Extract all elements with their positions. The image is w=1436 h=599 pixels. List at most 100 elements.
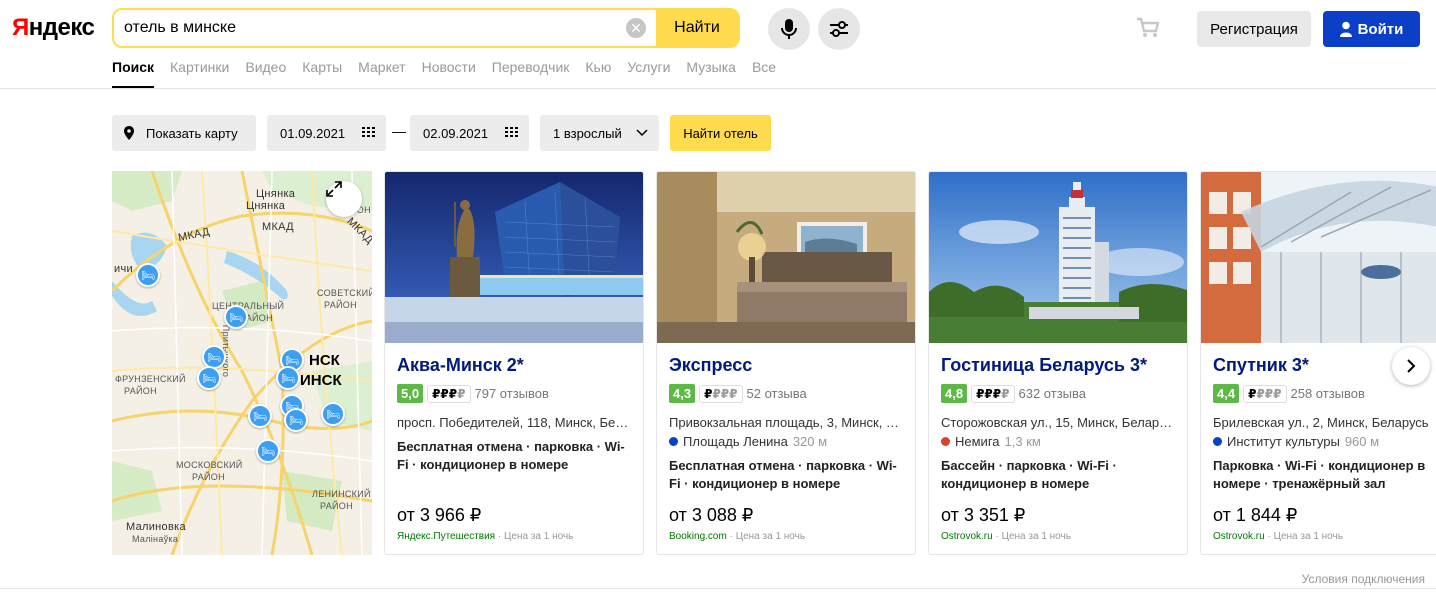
metro-distance: 1,3 км xyxy=(1004,434,1041,449)
price-note: · Цена за 1 ночь xyxy=(992,531,1071,542)
search-settings-button[interactable] xyxy=(818,8,860,50)
hotel-name-link[interactable]: Аква-Минск 2* xyxy=(397,355,633,376)
search-box: ✕ Найти xyxy=(112,8,740,48)
cart-button[interactable] xyxy=(1136,17,1160,44)
tab-services[interactable]: Услуги xyxy=(627,59,670,88)
price-source: Яндекс.Путешествия · Цена за 1 ночь xyxy=(397,531,573,542)
voice-search-button[interactable] xyxy=(768,8,810,50)
hotel-card[interactable]: Гостиница Беларусь 3* 4,8 ₽₽₽₽ 632 отзыв… xyxy=(928,171,1188,555)
hotel-map-pin[interactable]: 🛏 xyxy=(284,408,308,432)
bed-icon: 🛏 xyxy=(207,351,221,364)
hotel-map-pin[interactable]: 🛏 xyxy=(276,366,300,390)
hotels-map[interactable]: Цнянка Цнянка МКАД МКАД МКАД РАЙОН СОВЕТ… xyxy=(112,171,372,555)
hotel-card[interactable]: Экспресс 4,3 ₽₽₽₽ 52 отзыва Привокзальна… xyxy=(656,171,916,555)
rating-badge: 5,0 xyxy=(397,384,424,403)
hotel-price[interactable]: от 3 351 ₽ xyxy=(941,505,1025,526)
search-input[interactable] xyxy=(114,10,616,46)
clear-search-button[interactable]: ✕ xyxy=(616,10,656,46)
map-label-minsk: НСК xyxy=(309,352,340,369)
hotel-amenities: Бесплатная отмена · парковка · Wi-Fi · к… xyxy=(669,458,897,491)
hotel-photo[interactable] xyxy=(385,172,643,343)
date-to-field[interactable]: 02.09.2021 xyxy=(410,115,529,151)
price-note: · Цена за 1 ночь xyxy=(1264,531,1343,542)
tab-search[interactable]: Поиск xyxy=(112,59,155,88)
hotel-map-pin[interactable]: 🛏 xyxy=(256,439,280,463)
rating-row: 5,0 ₽₽₽₽ 797 отзывов xyxy=(397,384,633,403)
tab-translator[interactable]: Переводчик xyxy=(492,59,570,88)
hotel-price[interactable]: от 3 966 ₽ xyxy=(397,505,481,526)
tab-all[interactable]: Все xyxy=(752,59,776,88)
hotel-map-pin[interactable]: 🛏 xyxy=(321,402,345,426)
metro-line-icon xyxy=(941,437,950,446)
clear-icon: ✕ xyxy=(626,18,646,38)
guests-select[interactable]: 1 взрослый xyxy=(540,115,659,151)
hotel-name-link[interactable]: Экспресс xyxy=(669,355,905,376)
tab-maps[interactable]: Карты xyxy=(302,59,342,88)
hotel-price[interactable]: от 3 088 ₽ xyxy=(669,505,753,526)
show-map-button[interactable]: Показать карту xyxy=(112,115,256,151)
rating-row: 4,4 ₽₽₽₽ 258 отзывов xyxy=(1213,384,1436,403)
price-level: ₽₽₽₽ xyxy=(427,384,471,403)
hotel-amenities: Парковка · Wi-Fi · кондиционер в номере … xyxy=(1213,458,1426,491)
hotel-map-pin[interactable]: 🛏 xyxy=(136,263,160,287)
map-label: РАЙОН xyxy=(192,472,225,482)
map-label: ЦЕНТРАЛЬНЫЙ xyxy=(212,301,285,311)
yandex-logo[interactable]: Яндекс xyxy=(12,14,95,42)
reviews-link[interactable]: 797 отзывов xyxy=(475,386,549,401)
reviews-link[interactable]: 258 отзывов xyxy=(1291,386,1365,401)
hotel-price[interactable]: от 1 844 ₽ xyxy=(1213,505,1297,526)
date-to-value: 02.09.2021 xyxy=(423,125,489,141)
search-button[interactable]: Найти xyxy=(656,10,738,46)
date-from-value: 01.09.2021 xyxy=(280,125,346,141)
reviews-link[interactable]: 52 отзыва xyxy=(747,386,807,401)
hotel-photo[interactable] xyxy=(929,172,1187,343)
metro-line-icon xyxy=(669,437,678,446)
source-link[interactable]: Booking.com xyxy=(669,531,727,542)
hotel-map-pin[interactable]: 🛏 xyxy=(224,305,248,329)
price-level-active: ₽₽₽ xyxy=(976,386,1002,401)
map-label: ЛЕНИНСКИЙ xyxy=(312,489,371,499)
hotel-amenities: Бассейн · парковка · Wi-Fi · кондиционер… xyxy=(941,458,1117,491)
hotel-photo[interactable] xyxy=(1201,172,1436,343)
date-from-field[interactable]: 01.09.2021 xyxy=(267,115,386,151)
map-pin-icon xyxy=(124,126,134,140)
carousel-next-button[interactable] xyxy=(1392,347,1430,385)
conditions-link[interactable]: Условия подключения xyxy=(1302,572,1425,586)
hotel-name-link[interactable]: Гостиница Беларусь 3* xyxy=(941,355,1177,376)
hotel-card[interactable]: Аква-Минск 2* 5,0 ₽₽₽₽ 797 отзывов просп… xyxy=(384,171,644,555)
sliders-icon xyxy=(830,21,848,37)
calendar-icon xyxy=(505,127,518,137)
tab-q[interactable]: Кью xyxy=(585,59,611,88)
tab-video[interactable]: Видео xyxy=(245,59,286,88)
reviews-link[interactable]: 632 отзыва xyxy=(1019,386,1087,401)
tab-images[interactable]: Картинки xyxy=(170,59,229,88)
tab-market[interactable]: Маркет xyxy=(358,59,405,88)
price-level-active: ₽₽₽ xyxy=(432,386,458,401)
login-button[interactable]: Войти xyxy=(1323,11,1420,47)
login-button-label: Войти xyxy=(1357,20,1404,38)
tab-music[interactable]: Музыка xyxy=(686,59,736,88)
source-link[interactable]: Ostrovok.ru xyxy=(1213,531,1265,542)
source-link[interactable]: Яндекс.Путешествия xyxy=(397,531,495,542)
expand-map-button[interactable] xyxy=(326,181,362,217)
date-separator: — xyxy=(392,123,406,139)
hotel-map-pin[interactable]: 🛏 xyxy=(197,366,221,390)
hotel-photo[interactable] xyxy=(657,172,915,343)
price-note: · Цена за 1 ночь xyxy=(495,531,574,542)
find-hotel-button[interactable]: Найти отель xyxy=(670,115,771,151)
hotel-card-body: Аква-Минск 2* 5,0 ₽₽₽₽ 797 отзывов просп… xyxy=(397,355,633,474)
rating-badge: 4,4 xyxy=(1213,384,1240,403)
price-level: ₽₽₽₽ xyxy=(1243,384,1287,403)
chevron-right-icon xyxy=(1407,359,1416,373)
tab-news[interactable]: Новости xyxy=(422,59,476,88)
metro-station: Институт культуры 960 м xyxy=(1213,434,1436,449)
logo-text: ндекс xyxy=(28,14,95,41)
bottom-divider xyxy=(0,588,1436,589)
price-level-inactive: ₽ xyxy=(1001,386,1010,401)
source-link[interactable]: Ostrovok.ru xyxy=(941,531,993,542)
map-label: МОСКОВСКИЙ xyxy=(176,460,243,470)
register-button[interactable]: Регистрация xyxy=(1197,11,1311,47)
hotel-map-pin[interactable]: 🛏 xyxy=(248,404,272,428)
price-level: ₽₽₽₽ xyxy=(699,384,743,403)
map-label-minsk: ИНСК xyxy=(300,372,342,389)
